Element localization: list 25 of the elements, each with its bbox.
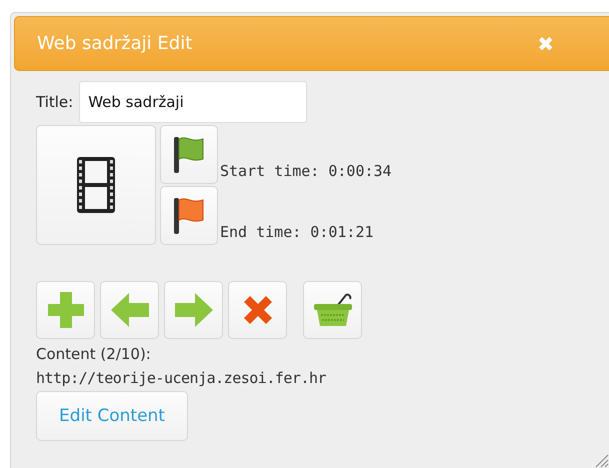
film-icon (75, 155, 117, 215)
title-label: Title: (36, 93, 74, 111)
delete-button[interactable] (228, 281, 287, 339)
window-title: Web sadržaji Edit (37, 33, 192, 54)
media-button[interactable] (36, 125, 156, 245)
plus-icon (46, 290, 86, 330)
end-time-button[interactable] (160, 186, 218, 245)
content-count: Content (2/10): (36, 345, 152, 363)
flag-icon (172, 134, 206, 174)
add-button[interactable] (36, 281, 95, 339)
title-field[interactable]: Web sadržaji (79, 81, 308, 123)
basket-icon (312, 291, 354, 329)
basket-button[interactable] (303, 281, 362, 339)
end-time-text: End time: 0:01:21 (220, 223, 374, 241)
content-url: http://teorije-ucenja.zesoi.fer.hr (36, 369, 328, 387)
next-button[interactable] (164, 281, 223, 339)
start-time-button[interactable] (160, 125, 218, 184)
left-arrow-icon (108, 291, 150, 329)
start-time-text: Start time: 0:00:34 (220, 162, 392, 180)
previous-button[interactable] (100, 281, 159, 339)
resize-grip-icon (593, 452, 609, 468)
edit-content-button[interactable]: Edit Content (36, 391, 188, 441)
flag-icon (172, 196, 206, 236)
right-arrow-icon (172, 291, 214, 329)
close-button[interactable]: ✖ (537, 32, 554, 56)
